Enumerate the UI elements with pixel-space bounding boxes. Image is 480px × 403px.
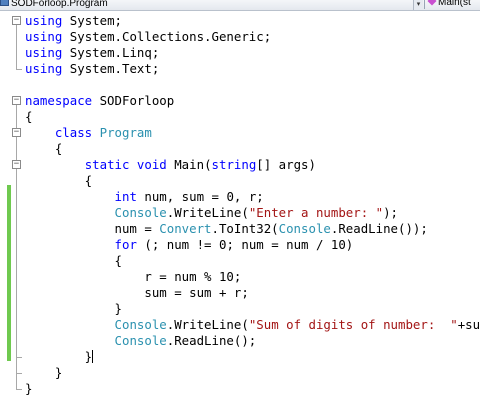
code-token: sum = sum + r; [25, 285, 249, 300]
fold-guide [16, 169, 17, 357]
keyword-token: using [25, 45, 63, 60]
code-line[interactable]: for (; num != 0; num = num / 10) [25, 237, 354, 253]
code-token: Main( [166, 157, 212, 172]
collapse-icon[interactable]: − [12, 96, 21, 105]
code-line[interactable]: } [25, 349, 94, 365]
code-line[interactable]: sum = sum + r; [25, 285, 249, 301]
code-token: System.Text; [62, 61, 160, 76]
code-token: .ReadLine(); [166, 333, 257, 348]
code-token: } [25, 301, 122, 316]
fold-guide [16, 25, 17, 69]
string-token: "Enter a number: " [248, 205, 384, 220]
keyword-token: class [54, 125, 93, 140]
chevron-down-icon[interactable]: ▾ [413, 0, 423, 10]
code-line[interactable]: using System.Collections.Generic; [25, 29, 271, 45]
keyword-token: void [136, 157, 167, 172]
code-line[interactable]: Console.WriteLine("Enter a number: "); [25, 205, 398, 221]
code-token: SODForloop [92, 93, 175, 108]
code-line[interactable]: } [25, 381, 32, 397]
keyword-token: static [84, 157, 130, 172]
collapse-icon[interactable]: − [12, 16, 21, 25]
collapse-icon[interactable]: − [12, 160, 21, 169]
code-line[interactable]: using System.Linq; [25, 45, 159, 61]
method-icon [427, 0, 437, 6]
string-token: "Sum of digits of number: " [248, 317, 458, 332]
keyword-token: using [25, 29, 63, 44]
code-line[interactable]: using System.Text; [25, 61, 159, 77]
keyword-token: int [114, 189, 137, 204]
code-line[interactable]: { [25, 141, 62, 157]
code-token: } [25, 381, 33, 396]
keyword-token: using [25, 61, 63, 76]
keyword-token: using [25, 13, 63, 28]
code-token: [] args) [256, 157, 316, 172]
change-indicator-bar [7, 185, 11, 361]
code-line[interactable]: { [25, 109, 32, 125]
navigation-bar: SODForloop.Program ▾ Main(st [0, 0, 480, 11]
fold-guide-end [16, 373, 22, 374]
code-token: System.Collections.Generic; [62, 29, 272, 44]
code-line[interactable]: Console.ReadLine(); [25, 333, 257, 349]
type-dropdown-value: SODForloop.Program [11, 0, 108, 9]
type-token: Console [114, 205, 167, 220]
type-token: Console [278, 221, 331, 236]
code-token: { [25, 141, 63, 156]
code-token: System; [62, 13, 122, 28]
code-token: .WriteLine( [166, 205, 249, 220]
code-token: (; num != 0; num = num / 10) [136, 237, 354, 252]
code-token: } [25, 349, 93, 364]
code-line[interactable]: int num, sum = 0, r; [25, 189, 264, 205]
text-caret [92, 350, 94, 363]
type-dropdown[interactable]: SODForloop.Program [0, 0, 412, 9]
code-token: { [25, 173, 93, 188]
keyword-token: string [211, 157, 257, 172]
code-token: num, sum = 0, r; [136, 189, 264, 204]
code-line[interactable]: num = Convert.ToInt32(Console.ReadLine()… [25, 221, 428, 237]
fold-guide-end [16, 357, 22, 358]
keyword-token: namespace [25, 93, 93, 108]
code-line[interactable]: r = num % 10; [25, 269, 241, 285]
code-line[interactable]: Console.WriteLine("Sum of digits of numb… [25, 317, 480, 333]
code-token: .WriteLine( [166, 317, 249, 332]
code-token: +sum); [457, 317, 480, 332]
type-token: Console [114, 317, 167, 332]
member-dropdown[interactable]: Main(st [424, 0, 480, 9]
collapse-icon[interactable]: − [12, 128, 21, 137]
code-token: ); [383, 205, 399, 220]
code-token: num = [25, 221, 160, 236]
type-token: Program [99, 125, 152, 140]
fold-guide-end [16, 69, 22, 70]
code-token: r = num % 10; [25, 269, 242, 284]
code-line[interactable]: { [25, 253, 122, 269]
type-token: Console [114, 333, 167, 348]
code-token: { [25, 253, 122, 268]
code-line[interactable]: class Program [25, 125, 152, 141]
code-token: System.Linq; [62, 45, 160, 60]
member-dropdown-value: Main(st [438, 0, 471, 8]
code-line[interactable]: static void Main(string[] args) [25, 157, 316, 173]
code-token: .ToInt32( [211, 221, 279, 236]
keyword-token: for [114, 237, 137, 252]
code-token: .ReadLine()); [330, 221, 428, 236]
type-token: Convert [159, 221, 212, 236]
code-line[interactable]: } [25, 301, 122, 317]
code-line[interactable]: { [25, 173, 92, 189]
code-token: { [25, 109, 33, 124]
fold-guide-end [16, 389, 22, 390]
code-token: } [25, 365, 63, 380]
code-line[interactable]: } [25, 365, 62, 381]
class-icon [0, 0, 9, 6]
code-line[interactable]: namespace SODForloop [25, 93, 174, 109]
code-line[interactable]: using System; [25, 13, 122, 29]
